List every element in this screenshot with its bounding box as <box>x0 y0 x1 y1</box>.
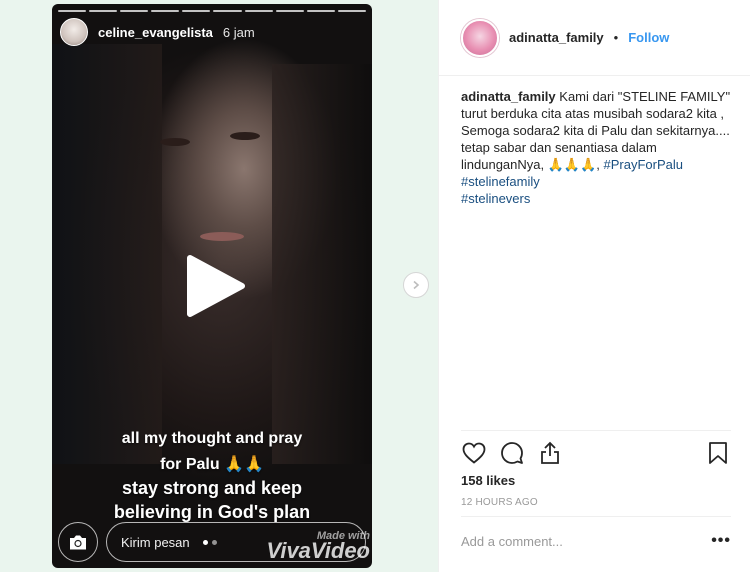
story-caption-line: stay strong and keep <box>121 478 303 498</box>
story-caption-line: all my thought and pray <box>121 430 303 447</box>
post-actions <box>461 440 731 466</box>
story-caption-line: for Palu 🙏🙏 <box>160 456 264 473</box>
post-username[interactable]: adinatta_family <box>509 30 604 45</box>
chevron-right-icon[interactable] <box>403 272 429 298</box>
post-timestamp[interactable]: 12 HOURS AGO <box>461 497 538 508</box>
post-details: adinatta_family • Follow adinatta_family… <box>438 0 750 572</box>
hashtag-link[interactable]: #PrayForPalu <box>604 157 683 172</box>
likes-count[interactable]: 158 likes <box>461 473 515 488</box>
avatar[interactable] <box>461 18 499 57</box>
story-header: celine_evangelista 6 jam <box>60 18 255 46</box>
story-pagination-dots <box>203 540 217 545</box>
avatar[interactable] <box>60 18 88 46</box>
story-timestamp: 6 jam <box>222 24 255 40</box>
bookmark-icon[interactable] <box>705 440 731 466</box>
heart-icon[interactable] <box>461 440 487 466</box>
watermark-text: VivaVideo <box>266 538 370 563</box>
play-icon[interactable] <box>184 254 248 318</box>
hashtag-link[interactable]: #stelinefamily <box>461 174 540 189</box>
more-options-icon[interactable]: ••• <box>711 532 731 550</box>
video-frame-shadow-left <box>52 44 162 464</box>
story-caption-line: believing in God's plan <box>113 502 311 522</box>
comment-input[interactable]: Add a comment... <box>461 534 711 549</box>
share-icon[interactable] <box>537 440 563 466</box>
comment-icon[interactable] <box>499 440 525 466</box>
story-video[interactable]: celine_evangelista 6 jam all my thought … <box>52 4 372 568</box>
video-frame-detail <box>160 138 190 146</box>
divider <box>461 430 731 431</box>
video-frame-shadow-right <box>272 64 372 464</box>
caption-username[interactable]: adinatta_family <box>461 89 556 104</box>
video-frame-detail <box>200 232 244 241</box>
comment-row: Add a comment... ••• <box>461 526 731 556</box>
video-frame-detail <box>230 132 260 140</box>
story-username[interactable]: celine_evangelista <box>98 25 213 40</box>
story-progress-bar <box>58 10 366 12</box>
post-caption: adinatta_family Kami dari "STELINE FAMIL… <box>461 88 731 207</box>
hashtag-link[interactable]: #stelinevers <box>461 191 530 206</box>
follow-button[interactable]: Follow <box>628 30 669 45</box>
post-header: adinatta_family • Follow <box>439 0 750 76</box>
divider <box>461 516 731 517</box>
media-pane: celine_evangelista 6 jam all my thought … <box>0 0 438 572</box>
separator: • <box>613 30 619 45</box>
send-message-placeholder: Kirim pesan <box>121 534 190 550</box>
watermark: Made with VivaVideo <box>266 530 370 564</box>
camera-icon[interactable] <box>58 522 98 562</box>
